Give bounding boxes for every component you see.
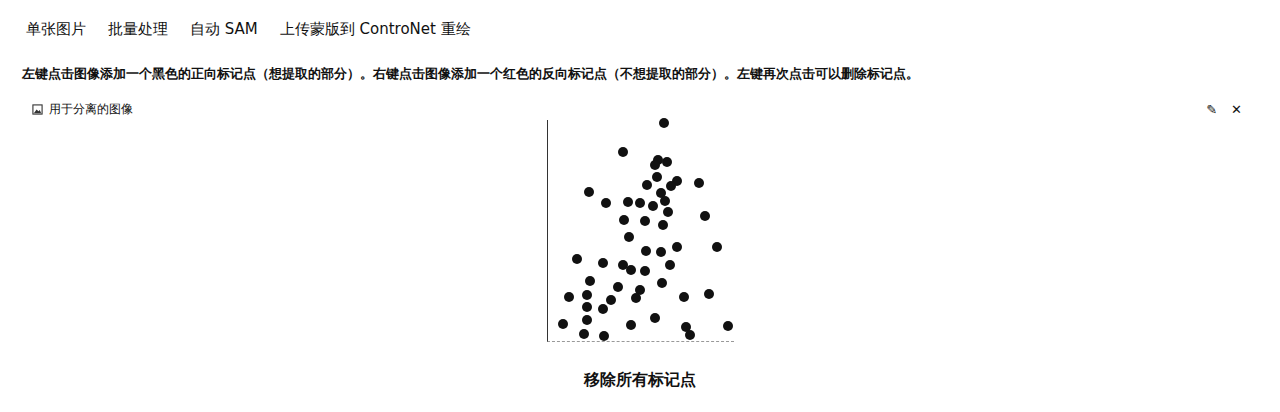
marker-point[interactable] <box>564 292 574 302</box>
marker-point[interactable] <box>598 258 608 268</box>
marker-point[interactable] <box>656 247 666 257</box>
marker-point[interactable] <box>601 198 611 208</box>
marker-point[interactable] <box>582 290 592 300</box>
sam-panel: 单张图片批量处理自动 SAM上传蒙版到 ControNet 重绘左键点击图像添加… <box>0 0 1280 412</box>
marker-point[interactable] <box>665 260 675 270</box>
marker-point[interactable] <box>659 118 669 128</box>
marker-point[interactable] <box>642 180 652 190</box>
marker-point[interactable] <box>666 181 676 191</box>
marker-point[interactable] <box>679 292 689 302</box>
marker-point[interactable] <box>635 198 645 208</box>
marker-point[interactable] <box>579 329 589 339</box>
tab[interactable]: 单张图片 <box>22 18 104 45</box>
marker-point[interactable] <box>657 278 667 288</box>
image-panel-header: 用于分离的图像✎✕ <box>22 101 1258 118</box>
button-row: 移除所有标记点 <box>22 366 1258 395</box>
marker-point[interactable] <box>685 330 695 340</box>
image-tools: ✎✕ <box>1206 103 1242 116</box>
marker-point[interactable] <box>618 147 628 157</box>
marker-point[interactable] <box>619 215 629 225</box>
image-icon <box>32 104 43 115</box>
marker-point[interactable] <box>650 313 660 323</box>
edit-icon[interactable]: ✎ <box>1206 103 1217 116</box>
marker-point[interactable] <box>599 331 609 341</box>
tab[interactable]: 批量处理 <box>104 18 186 45</box>
marker-point[interactable] <box>662 157 672 167</box>
marker-point[interactable] <box>641 246 651 256</box>
marker-point[interactable] <box>652 172 662 182</box>
marker-point[interactable] <box>613 282 623 292</box>
marker-point[interactable] <box>723 321 733 331</box>
marker-point[interactable] <box>558 319 568 329</box>
marker-point[interactable] <box>626 265 636 275</box>
instruction: 左键点击图像添加一个黑色的正向标记点（想提取的部分）。右键点击图像添加一个红色的… <box>22 65 1258 83</box>
tab[interactable]: 自动 SAM <box>186 18 276 45</box>
marker-point[interactable] <box>631 293 641 303</box>
marker-point[interactable] <box>640 266 650 276</box>
tab-bar: 单张图片批量处理自动 SAM上传蒙版到 ControNet 重绘 <box>22 18 1258 45</box>
marker-point[interactable] <box>626 320 636 330</box>
marker-point[interactable] <box>582 302 592 312</box>
marker-point[interactable] <box>623 197 633 207</box>
marker-point[interactable] <box>624 232 634 242</box>
marker-point[interactable] <box>650 160 660 170</box>
marker-point[interactable] <box>572 254 582 264</box>
marker-point[interactable] <box>582 315 592 325</box>
image-label: 用于分离的图像 <box>32 101 133 118</box>
marker-point[interactable] <box>663 207 673 217</box>
marker-point[interactable] <box>700 211 710 221</box>
marker-point[interactable] <box>606 295 616 305</box>
marker-point[interactable] <box>598 304 608 314</box>
tab[interactable]: 上传蒙版到 ControNet 重绘 <box>276 18 489 45</box>
image-stage <box>22 120 1258 342</box>
close-icon[interactable]: ✕ <box>1231 103 1242 116</box>
marker-point[interactable] <box>704 289 714 299</box>
marker-point[interactable] <box>672 242 682 252</box>
marker-point[interactable] <box>585 276 595 286</box>
segment-image[interactable] <box>547 120 734 342</box>
marker-point[interactable] <box>712 242 722 252</box>
marker-point[interactable] <box>658 220 668 230</box>
marker-point[interactable] <box>640 216 650 226</box>
marker-point[interactable] <box>584 187 594 197</box>
marker-point[interactable] <box>694 178 704 188</box>
remove-markers-button[interactable]: 移除所有标记点 <box>572 366 708 395</box>
marker-point[interactable] <box>656 188 666 198</box>
marker-point[interactable] <box>648 201 658 211</box>
